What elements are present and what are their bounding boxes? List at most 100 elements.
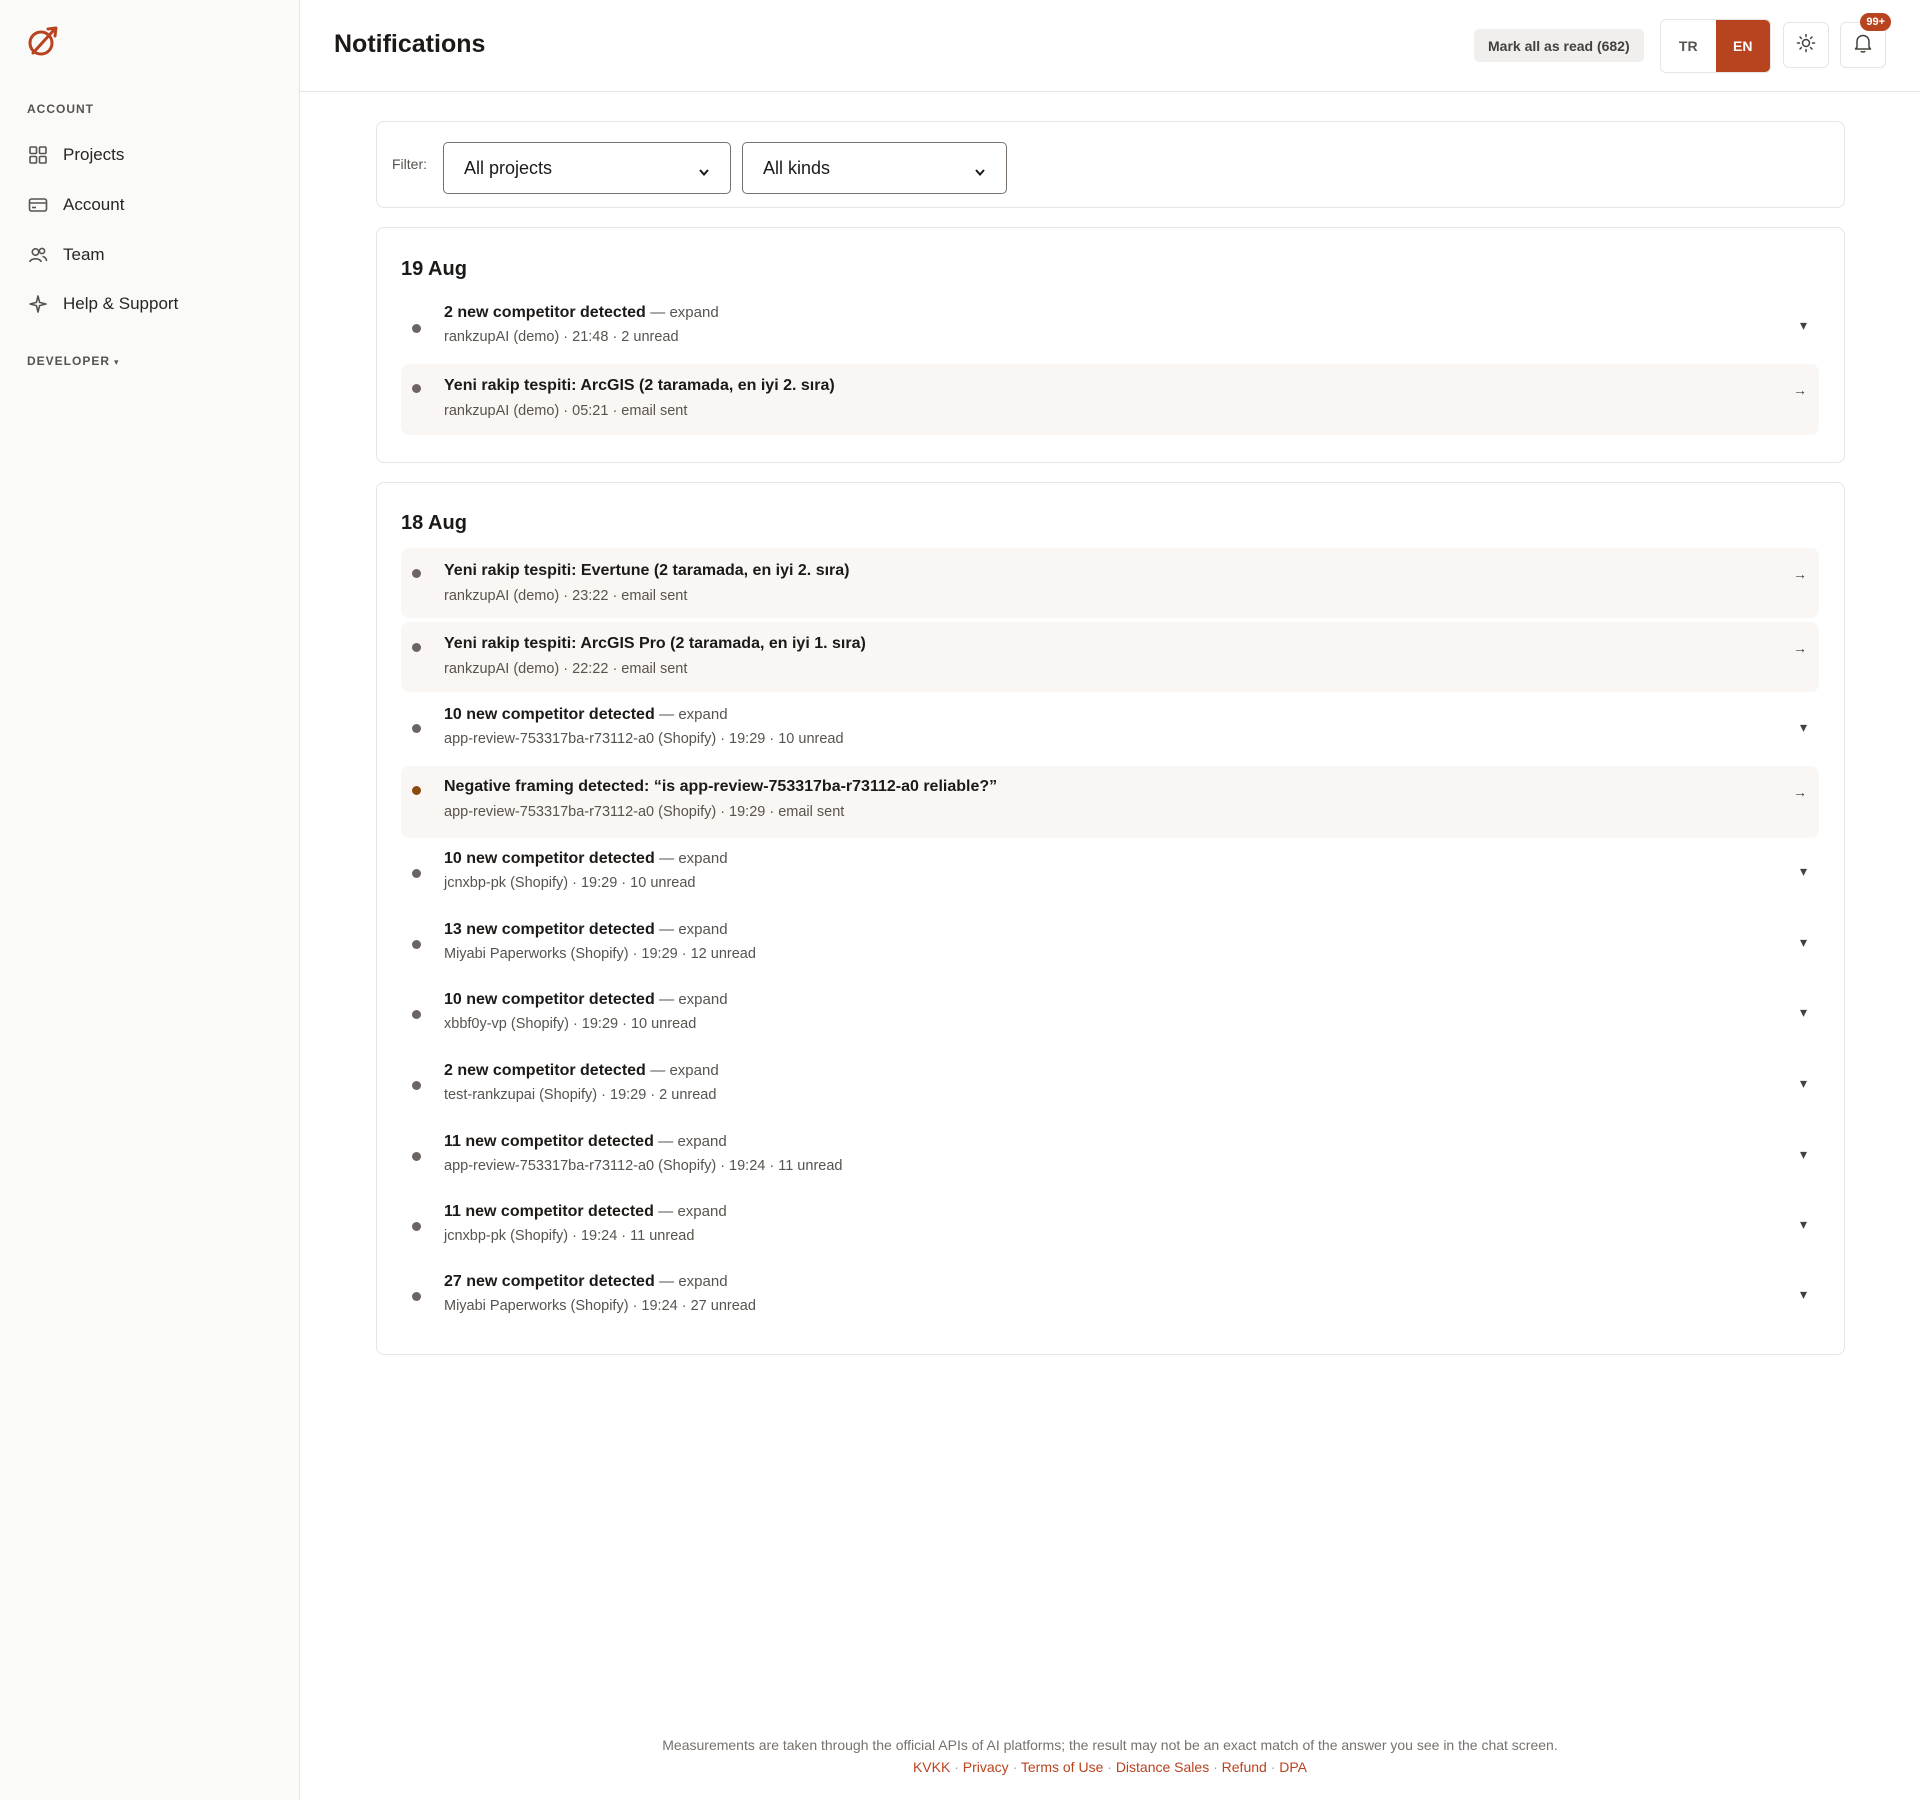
notification-meta: rankzupAI (demo) · 23:22 · email sent [444,588,688,604]
project-filter-select[interactable]: All projects [443,142,731,194]
account-section-label: ACCOUNT [27,102,94,116]
card-icon [27,194,49,216]
notification-title-line: Yeni rakip tespiti: ArcGIS Pro (2 tarama… [444,635,866,653]
expand-link[interactable]: — expand [659,706,727,723]
sidebar-item-help-support[interactable]: Help & Support [27,284,277,324]
arrow-right-icon[interactable]: → [1793,566,1807,582]
sidebar-item-team[interactable]: Team [27,235,277,275]
footer-link-dpa[interactable]: DPA [1279,1759,1307,1775]
bell-icon [1853,32,1873,59]
lang-en-button[interactable]: EN [1715,20,1770,72]
expand-link[interactable]: — expand [659,1273,727,1290]
expand-link[interactable]: — expand [659,850,727,867]
language-toggle: TR EN [1660,19,1771,73]
chevron-down-icon[interactable]: ▾ [1800,1004,1807,1021]
notification-item[interactable]: Negative framing detected: “is app-revie… [401,766,1819,838]
notification-title-line: 2 new competitor detected — expand [444,304,719,322]
footer-separator: · [1209,1759,1222,1775]
theme-toggle-button[interactable] [1783,22,1829,68]
sidebar-item-label: Team [63,245,105,264]
footer-link-terms[interactable]: Terms of Use [1021,1759,1103,1775]
footer-disclaimer: Measurements are taken through the offic… [662,1737,1558,1753]
chevron-down-icon[interactable]: ▾ [1800,1216,1807,1233]
footer-link-privacy[interactable]: Privacy [963,1759,1009,1775]
notification-title-line: Yeni rakip tespiti: ArcGIS (2 taramada, … [444,377,835,395]
notification-meta: app-review-753317ba-r73112-a0 (Shopify) … [444,1158,843,1174]
notification-title: 27 new competitor detected [444,1273,655,1290]
status-dot [412,724,421,733]
notification-title-line: 27 new competitor detected — expand [444,1273,728,1291]
notification-title-line: 10 new competitor detected — expand [444,991,728,1009]
chevron-down-icon[interactable]: ▾ [1800,317,1807,334]
chevron-down-icon[interactable]: ▾ [1800,934,1807,951]
notification-title: 11 new competitor detected [444,1133,654,1150]
notification-title-line: 2 new competitor detected — expand [444,1062,719,1080]
chevron-down-icon[interactable]: ▾ [1800,1146,1807,1163]
notification-item[interactable]: 27 new competitor detected — expand Miya… [401,1261,1819,1329]
sidebar-item-label: Account [63,195,125,214]
expand-link[interactable]: — expand [650,304,718,321]
footer-link-kvkk[interactable]: KVKK [913,1759,950,1775]
notification-title-line: Negative framing detected: “is app-revie… [444,778,997,796]
sun-icon [1796,33,1816,58]
sidebar-item-projects[interactable]: Projects [27,135,277,175]
notification-item[interactable]: 11 new competitor detected — expand jcnx… [401,1191,1819,1259]
footer-link-refund[interactable]: Refund [1222,1759,1267,1775]
notification-meta: app-review-753317ba-r73112-a0 (Shopify) … [444,731,844,747]
notification-title-line: Yeni rakip tespiti: Evertune (2 taramada… [444,562,850,580]
brand-logo-icon[interactable] [26,24,60,58]
notifications-bell-button[interactable]: 99+ [1840,13,1891,68]
expand-link[interactable]: — expand [658,1133,726,1150]
expand-link[interactable]: — expand [658,1203,726,1220]
status-dot [412,569,421,578]
status-dot [412,643,421,652]
notification-item[interactable]: 2 new competitor detected — expand rankz… [401,293,1819,357]
footer-separator: · [1103,1759,1116,1775]
notification-item[interactable]: 10 new competitor detected — expand xbbf… [401,979,1819,1047]
sidebar-item-label: Projects [63,145,125,164]
status-dot [412,1010,421,1019]
mark-all-read-button[interactable]: Mark all as read (682) [1474,29,1644,62]
chevron-down-icon[interactable]: ▾ [1800,719,1807,736]
chevron-down-icon[interactable]: ▾ [1800,863,1807,880]
chevron-down-icon [974,162,986,177]
notification-item[interactable]: 10 new competitor detected — expand app-… [401,694,1819,762]
warning-status-dot [412,786,421,795]
notification-meta: rankzupAI (demo) · 22:22 · email sent [444,661,688,677]
filter-bar: Filter: All projects All kinds [376,121,1845,208]
notification-item[interactable]: 13 new competitor detected — expand Miya… [401,909,1819,977]
notification-title-line: 11 new competitor detected — expand [444,1203,727,1221]
kind-filter-select[interactable]: All kinds [742,142,1007,194]
notification-item[interactable]: 2 new competitor detected — expand test-… [401,1050,1819,1118]
notification-item[interactable]: Yeni rakip tespiti: ArcGIS (2 taramada, … [401,364,1819,435]
arrow-right-icon[interactable]: → [1793,382,1807,398]
notification-meta: xbbf0y-vp (Shopify) · 19:29 · 10 unread [444,1016,697,1032]
notification-item[interactable]: Yeni rakip tespiti: ArcGIS Pro (2 tarama… [401,622,1819,692]
chevron-down-icon[interactable]: ▾ [1800,1075,1807,1092]
sidebar: ACCOUNT Projects Account Team Help & Sup… [0,0,300,1800]
expand-link[interactable]: — expand [659,921,727,938]
notification-meta: rankzupAI (demo) · 21:48 · 2 unread [444,329,679,345]
footer-links: KVKK · Privacy · Terms of Use · Distance… [300,1759,1920,1775]
notification-meta: test-rankzupai (Shopify) · 19:29 · 2 unr… [444,1087,717,1103]
status-dot [412,1081,421,1090]
sidebar-item-account[interactable]: Account [27,185,277,225]
notification-title: Yeni rakip tespiti: Evertune (2 taramada… [444,562,850,579]
status-dot [412,869,421,878]
developer-section-toggle[interactable]: DEVELOPER ▾ [27,354,120,368]
notification-item[interactable]: 11 new competitor detected — expand app-… [401,1120,1819,1188]
arrow-right-icon[interactable]: → [1793,640,1807,656]
notification-title: 10 new competitor detected [444,991,655,1008]
chevron-down-icon[interactable]: ▾ [1800,1286,1807,1303]
notification-item[interactable]: 10 new competitor detected — expand jcnx… [401,838,1819,906]
footer-separator: · [950,1759,963,1775]
footer-link-distance-sales[interactable]: Distance Sales [1116,1759,1209,1775]
notification-item[interactable]: Yeni rakip tespiti: Evertune (2 taramada… [401,548,1819,618]
footer-separator: · [1266,1759,1280,1775]
expand-link[interactable]: — expand [650,1062,718,1079]
arrow-right-icon[interactable]: → [1793,784,1807,800]
page-title: Notifications [334,30,486,58]
lang-tr-button[interactable]: TR [1661,20,1716,72]
expand-link[interactable]: — expand [659,991,727,1008]
status-dot [412,1152,421,1161]
